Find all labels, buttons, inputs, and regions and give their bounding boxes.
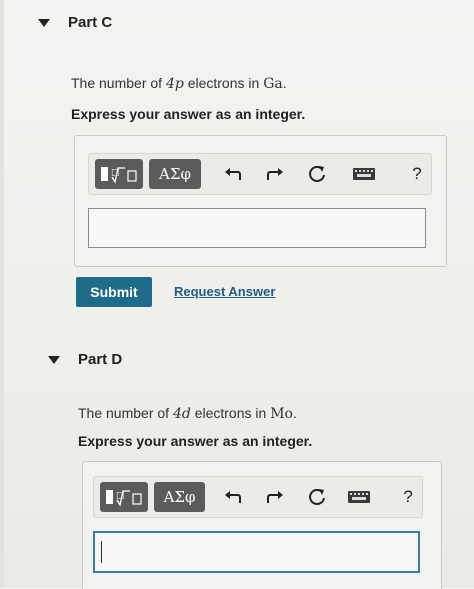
part-d-title: Part D <box>78 351 123 368</box>
undo-icon[interactable] <box>219 160 247 188</box>
reset-icon[interactable] <box>303 160 331 188</box>
part-c-toolbar: □ ΑΣφ ? <box>88 153 432 195</box>
templates-icon: □ <box>105 490 142 507</box>
part-c-header[interactable]: Part C <box>38 14 112 31</box>
part-d-toolbar: □ ΑΣφ ? <box>93 476 423 518</box>
part-c-question: The number of 4p electrons in Ga. <box>71 75 287 92</box>
templates-icon: □ <box>101 167 137 184</box>
redo-icon[interactable] <box>261 483 289 511</box>
part-d-header[interactable]: Part D <box>48 351 122 368</box>
greek-symbols-button[interactable]: ΑΣφ <box>149 159 201 189</box>
help-icon[interactable]: ? <box>394 483 422 511</box>
caret-down-icon[interactable] <box>48 355 60 364</box>
greek-symbols-button[interactable]: ΑΣφ <box>153 482 206 512</box>
help-icon[interactable]: ? <box>403 160 431 188</box>
caret-down-icon[interactable] <box>38 18 50 27</box>
submit-button[interactable]: Submit <box>76 277 152 307</box>
part-d-answer-input[interactable] <box>93 531 420 573</box>
text-cursor <box>101 541 102 563</box>
part-d-instruction: Express your answer as an integer. <box>78 433 313 449</box>
undo-icon[interactable] <box>219 483 247 511</box>
part-c-instruction: Express your answer as an integer. <box>71 106 306 122</box>
part-c-title: Part C <box>68 14 113 31</box>
templates-button[interactable]: □ <box>95 159 143 189</box>
redo-icon[interactable] <box>261 160 289 188</box>
part-c-answer-input[interactable] <box>88 208 426 248</box>
left-divider <box>0 0 4 588</box>
part-d-question: The number of 4d electrons in Mo. <box>78 405 297 422</box>
templates-button[interactable]: □ <box>100 482 148 512</box>
reset-icon[interactable] <box>303 483 331 511</box>
keyboard-icon[interactable] <box>349 160 379 188</box>
keyboard-icon[interactable] <box>344 483 374 511</box>
request-answer-link[interactable]: Request Answer <box>174 284 275 299</box>
